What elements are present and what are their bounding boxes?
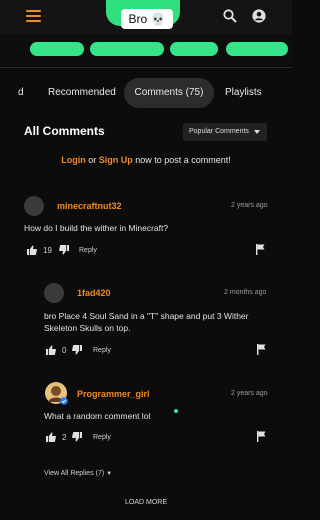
section-title: All Comments: [24, 124, 105, 138]
comment-timestamp: 2 years ago: [231, 390, 268, 397]
top-bar: Bro 💀: [0, 0, 292, 34]
comment-username[interactable]: 1fad420: [77, 288, 111, 298]
thumbs-up-icon[interactable]: [46, 345, 56, 355]
comment-username[interactable]: Programmer_girl: [77, 389, 150, 399]
view-all-replies-label: View All Replies (7): [44, 470, 105, 477]
comment-username[interactable]: minecraftnut32: [57, 201, 122, 211]
tab-playlists[interactable]: Playlists: [225, 78, 262, 108]
load-more-button[interactable]: LOAD MORE: [0, 499, 292, 506]
scribbled-nav-row: [0, 34, 292, 64]
tab-recommended[interactable]: Recommended: [48, 78, 116, 108]
comment-timestamp: 2 months ago: [224, 289, 267, 296]
avatar: [24, 196, 44, 216]
reply-button[interactable]: Reply: [93, 347, 111, 354]
scribble-mark: [226, 42, 288, 56]
hamburger-menu-icon[interactable]: [26, 10, 41, 22]
divider: [0, 67, 292, 68]
thumbs-up-icon[interactable]: [27, 245, 37, 255]
chevron-down-icon: ▼: [106, 471, 113, 477]
chevron-down-icon: [254, 130, 260, 134]
reply-button[interactable]: Reply: [93, 434, 111, 441]
thumbs-down-icon[interactable]: [59, 245, 69, 255]
avatar: [44, 283, 64, 303]
comment-text: How do I build the wither in Minecraft?: [24, 223, 169, 233]
thumbs-up-icon[interactable]: [46, 432, 56, 442]
signup-link[interactable]: Sign Up: [99, 155, 133, 165]
flag-icon[interactable]: [257, 344, 266, 355]
thumbs-down-icon[interactable]: [72, 345, 82, 355]
caption-sticker: Bro 💀: [121, 9, 173, 29]
flag-icon[interactable]: [256, 244, 265, 255]
scribble-mark: [170, 42, 218, 56]
like-count: 19: [43, 246, 52, 255]
tab-bar: d Recommended Comments (75) Playlists: [0, 78, 292, 108]
like-count: 2: [62, 433, 67, 442]
comment-timestamp: 2 years ago: [231, 202, 268, 209]
sort-dropdown[interactable]: Popular Comments: [183, 123, 267, 141]
tab-comments[interactable]: Comments (75): [124, 78, 214, 108]
view-all-replies-button[interactable]: View All Replies (7) ▼: [44, 470, 112, 477]
login-link[interactable]: Login: [61, 155, 86, 165]
comment-text: bro Place 4 Soul Sand in a "T" shape and…: [44, 311, 249, 333]
login-prompt-or: or: [85, 155, 99, 165]
search-icon[interactable]: [223, 9, 237, 23]
thumbs-down-icon[interactable]: [72, 432, 82, 442]
verified-badge-icon: [60, 397, 68, 405]
flag-icon[interactable]: [257, 431, 266, 442]
login-prompt: Login or Sign Up now to post a comment!: [0, 155, 292, 165]
scribble-mark: [30, 42, 84, 56]
comment-text: What a random comment lol: [44, 411, 151, 421]
like-count: 0: [62, 346, 67, 355]
sort-dropdown-label: Popular Comments: [189, 128, 249, 135]
login-prompt-rest: now to post a comment!: [132, 155, 231, 165]
reply-button[interactable]: Reply: [79, 247, 97, 254]
tab-partial[interactable]: d: [18, 78, 24, 108]
green-dot: [174, 409, 178, 413]
scribble-mark: [90, 42, 164, 56]
account-icon[interactable]: [252, 9, 266, 23]
